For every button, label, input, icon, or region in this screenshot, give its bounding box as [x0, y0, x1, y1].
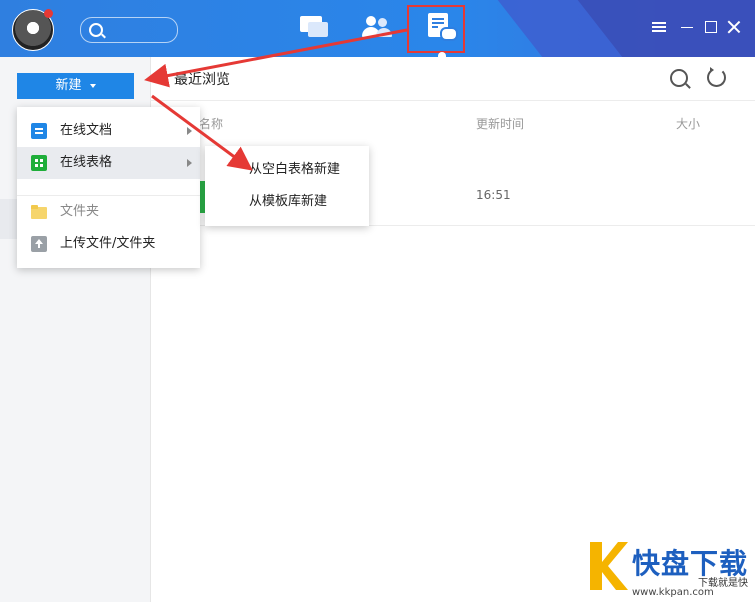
new-button-label: 新建 [55, 78, 82, 93]
chat-tab-icon[interactable] [300, 14, 330, 42]
watermark-k-icon [590, 542, 628, 590]
chevron-down-icon [89, 83, 96, 88]
submenu-item-from-template[interactable]: 从模板库新建 [205, 186, 369, 218]
search-box[interactable] [80, 17, 178, 43]
menu-item-folder[interactable]: 文件夹 [17, 196, 200, 228]
column-header-size[interactable]: 大小 [676, 115, 700, 132]
column-header-updated[interactable]: 更新时间 [476, 115, 524, 132]
sheet-submenu: 从空白表格新建 从模板库新建 [205, 146, 369, 226]
chevron-right-icon [187, 159, 192, 167]
column-header-name[interactable]: 名称 [199, 115, 223, 132]
menu-item-label: 在线文档 [60, 123, 113, 138]
watermark-logo: 快盘下载 下载就是快 www.kkpan.com [588, 540, 753, 600]
upload-icon [31, 236, 47, 252]
menu-icon[interactable] [652, 20, 666, 34]
divider [150, 100, 755, 101]
submenu-item-blank-sheet[interactable]: 从空白表格新建 [205, 154, 369, 186]
contacts-tab-icon[interactable] [362, 14, 392, 42]
menu-item-online-doc[interactable]: 在线文档 [17, 115, 200, 147]
page-title: 最近浏览 [174, 72, 230, 88]
active-tab-indicator [438, 52, 446, 57]
notification-dot [44, 9, 53, 18]
chevron-right-icon [187, 127, 192, 135]
menu-item-label: 上传文件/文件夹 [60, 236, 156, 251]
sheet-icon [31, 155, 47, 171]
submenu-item-label: 从模板库新建 [249, 194, 328, 209]
menu-item-label: 在线表格 [60, 155, 113, 170]
new-menu: 在线文档 在线表格 文件夹 上传文件/文件夹 [17, 107, 200, 268]
search-icon[interactable] [670, 69, 688, 87]
search-icon [89, 23, 103, 37]
close-icon[interactable] [727, 20, 741, 34]
row-updated-time: 16:51 [476, 188, 511, 202]
maximize-icon[interactable] [704, 20, 718, 34]
menu-item-label: 文件夹 [60, 204, 100, 219]
title-bar [0, 0, 755, 57]
minimize-icon[interactable] [680, 20, 694, 34]
submenu-item-label: 从空白表格新建 [249, 162, 341, 177]
doc-icon [31, 123, 47, 139]
refresh-icon[interactable] [707, 67, 726, 87]
menu-item-online-sheet[interactable]: 在线表格 [17, 147, 200, 179]
menu-item-upload[interactable]: 上传文件/文件夹 [17, 228, 200, 260]
watermark-url: www.kkpan.com [632, 587, 714, 598]
folder-icon [31, 204, 47, 220]
new-button[interactable]: 新建 [17, 73, 134, 99]
annotation-highlight-box [407, 5, 465, 53]
